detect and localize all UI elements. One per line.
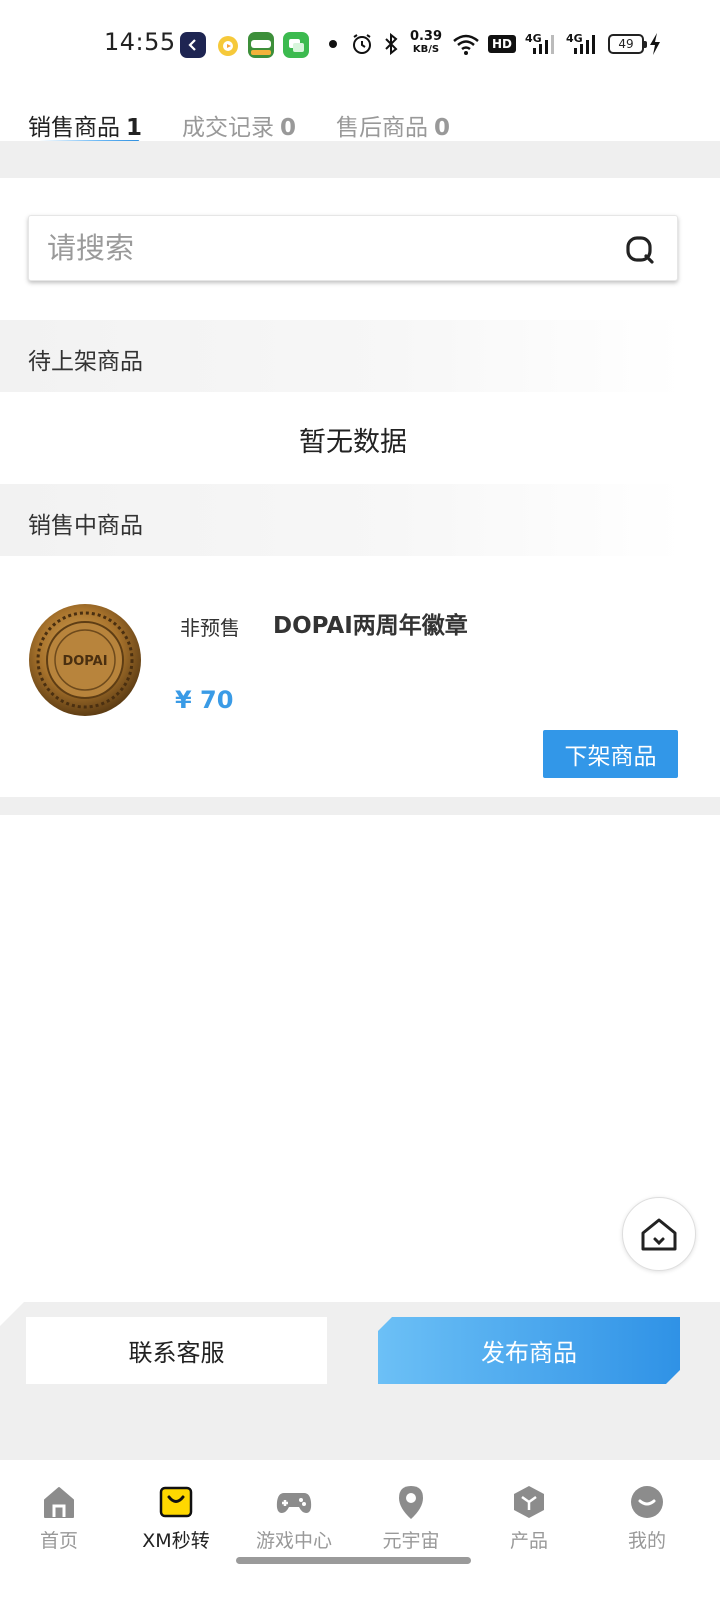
tab-label: 销售商品 <box>28 115 120 141</box>
nav-label: 元宇宙 <box>382 1530 440 1552</box>
app-notification-icon-3 <box>248 32 274 58</box>
cube-icon <box>514 1486 544 1518</box>
nav-item-products[interactable]: 产品 <box>470 1484 588 1553</box>
tab-count: 0 <box>280 115 297 141</box>
house-icon <box>641 1218 677 1251</box>
nav-label: 首页 <box>39 1530 78 1552</box>
status-bar: 14:55 0.39 KB/S HD 4G 4G 49 <box>0 0 720 90</box>
coin-logo-text: DOPAI <box>62 654 107 669</box>
cell-signal-2-icon: 4G <box>566 30 596 58</box>
tab-count: 1 <box>126 115 143 141</box>
floating-home-button[interactable] <box>622 1197 696 1271</box>
product-price: ¥ 70 <box>175 686 234 714</box>
gesture-home-indicator[interactable] <box>236 1557 471 1564</box>
shopping-bag-icon <box>159 1486 193 1518</box>
product-image: DOPAI <box>28 603 142 717</box>
search-icon[interactable] <box>625 235 655 265</box>
contact-support-button[interactable]: 联系客服 <box>26 1317 327 1384</box>
bluetooth-icon <box>381 30 401 58</box>
profile-icon <box>631 1486 663 1518</box>
nav-label: 游戏中心 <box>255 1530 332 1552</box>
charging-icon <box>648 30 662 58</box>
gamepad-icon <box>276 1493 312 1513</box>
hd-label: HD <box>488 35 517 53</box>
location-pin-icon <box>399 1486 423 1519</box>
publish-product-button[interactable]: 发布商品 <box>378 1317 680 1384</box>
search-input[interactable] <box>47 228 607 268</box>
tab-label: 售后商品 <box>336 115 429 141</box>
list-bottom-divider <box>0 797 720 815</box>
bottom-navigation: 首页 XM秒转 游戏中心 元宇宙 产品 我的 <box>0 1460 720 1600</box>
network-speed-unit: KB/S <box>412 44 440 55</box>
app-notification-icon-2 <box>215 32 241 58</box>
status-time: 14:55 <box>104 28 176 56</box>
home-icon <box>44 1487 74 1518</box>
delist-product-button[interactable]: 下架商品 <box>543 730 678 778</box>
cell-signal-1-icon: 4G <box>525 30 555 58</box>
tab-count: 0 <box>434 115 451 141</box>
product-name: DOPAI两周年徽章 <box>273 613 468 639</box>
nav-label: XM秒转 <box>142 1530 210 1552</box>
tab-bar: 销售商品 1 成交记录 0 售后商品 0 <box>28 108 450 148</box>
alarm-icon <box>350 30 374 58</box>
battery-indicator: 49 <box>608 34 647 54</box>
tab-divider <box>0 141 720 178</box>
app-notification-icon-1 <box>180 32 206 58</box>
network-speed: 0.39 KB/S <box>409 30 443 56</box>
pending-products-header: 待上架商品 <box>0 320 720 392</box>
wifi-icon <box>452 30 480 58</box>
nav-item-game-center[interactable]: 游戏中心 <box>235 1484 353 1553</box>
hd-badge: HD <box>488 30 517 58</box>
empty-state-text: 暂无数据 <box>299 427 407 458</box>
tab-label: 成交记录 <box>182 115 275 141</box>
tab-after-sales-products[interactable]: 售后商品 0 <box>336 108 450 142</box>
on-sale-products-header: 销售中商品 <box>0 484 720 556</box>
tab-on-sale-products[interactable]: 销售商品 1 <box>28 108 143 148</box>
presale-tag: 非预售 <box>180 616 240 640</box>
nav-item-home[interactable]: 首页 <box>0 1484 118 1553</box>
nav-item-xm-transfer[interactable]: XM秒转 <box>117 1484 235 1553</box>
section-title: 销售中商品 <box>28 513 143 539</box>
section-title: 待上架商品 <box>28 349 143 375</box>
search-bar <box>28 215 678 281</box>
app-notification-icon-4 <box>283 32 309 58</box>
nav-item-metaverse[interactable]: 元宇宙 <box>352 1484 470 1553</box>
network-speed-value: 0.39 <box>409 29 443 44</box>
nav-label: 我的 <box>627 1530 666 1552</box>
nav-item-profile[interactable]: 我的 <box>588 1484 706 1553</box>
nav-label: 产品 <box>509 1530 548 1552</box>
tab-transaction-records[interactable]: 成交记录 0 <box>182 108 296 142</box>
dot-indicator-icon <box>328 30 338 58</box>
